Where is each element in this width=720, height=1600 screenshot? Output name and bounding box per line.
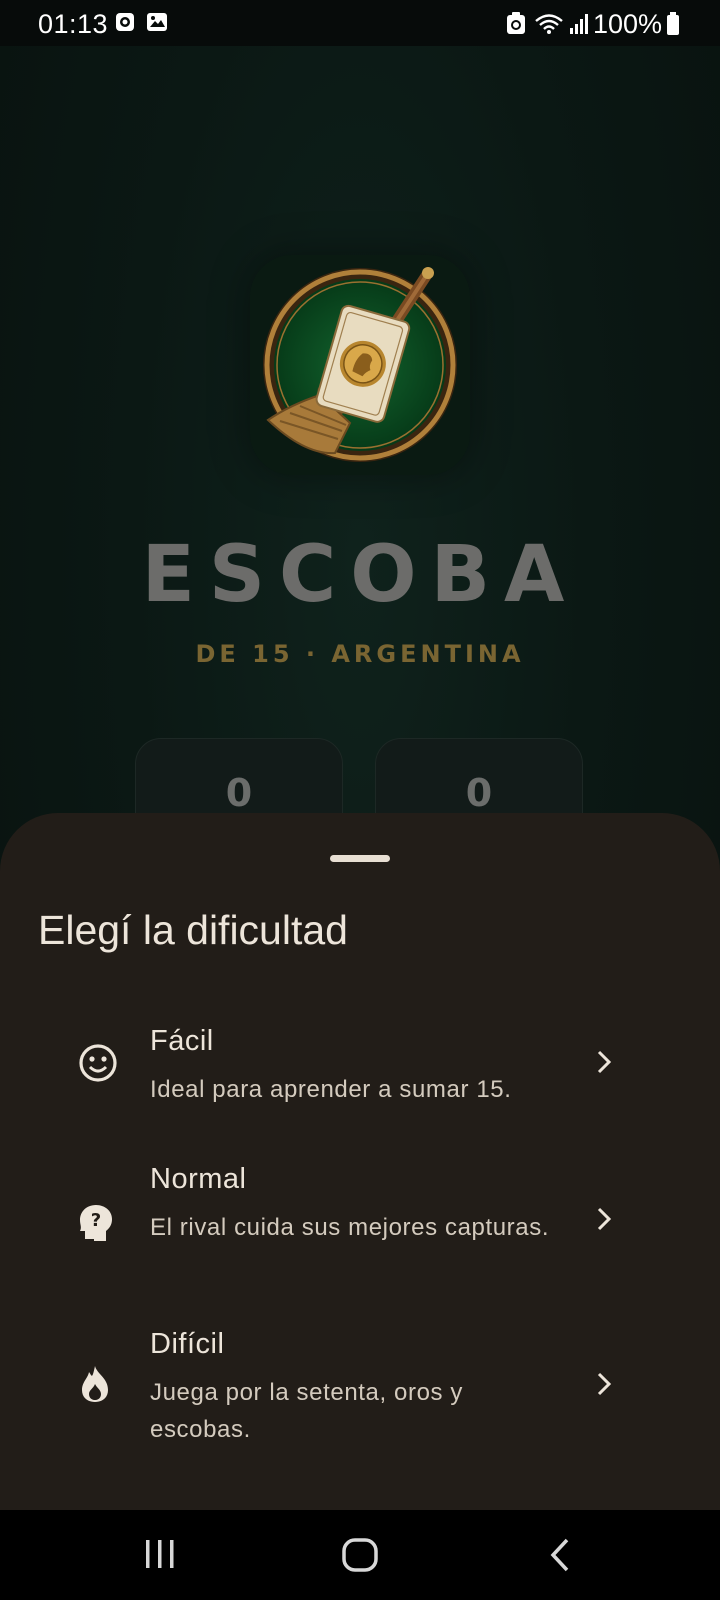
navigation-bar [0,1510,720,1600]
option-description: El rival cuida sus mejores capturas. [150,1214,550,1241]
option-description: Juega por la setenta, oros y escobas. [150,1379,463,1443]
option-title: Normal [150,1163,247,1195]
battery-icon [666,12,680,41]
option-description: Ideal para aprender a sumar 15. [150,1076,512,1103]
difficulty-sheet: Elegí la dificultad Fácil Ideal para apr… [0,813,720,1513]
escoba-card-broom-logo [263,267,457,462]
option-title: Fácil [150,1025,214,1057]
difficulty-option-easy[interactable]: Fácil Ideal para aprender a sumar 15. [60,1025,660,1111]
drag-handle[interactable] [330,855,390,862]
smiley-icon [78,1043,118,1088]
home-icon[interactable] [341,1537,379,1578]
option-title: Difícil [150,1328,225,1360]
wifi-icon [534,13,564,40]
head-question-icon: ? [78,1203,114,1248]
app-subtitle: DE 15 · ARGENTINA [195,640,525,668]
svg-text:?: ? [91,1210,101,1231]
gallery-icon [146,12,168,37]
difficulty-option-normal[interactable]: ? Normal El rival cuida sus mejores capt… [60,1163,660,1283]
pocket-casts-icon [115,12,135,37]
signal-icon [568,13,590,40]
chevron-right-icon [596,1049,612,1080]
difficulty-option-hard[interactable]: Difícil Juega por la setenta, oros y esc… [60,1328,660,1448]
status-bar: 01:13 100% [0,0,720,46]
app-logo [250,255,470,475]
battery-percentage: 100% [592,9,662,39]
recycle-icon [506,11,526,40]
fire-icon [78,1364,112,1409]
chevron-right-icon [596,1206,612,1237]
recents-icon[interactable] [143,1537,177,1576]
chevron-right-icon [596,1371,612,1402]
back-icon[interactable] [548,1537,572,1578]
sheet-title: Elegí la dificultad [38,907,348,953]
score-value: 0 [225,771,253,815]
status-time: 01:13 [38,9,109,39]
score-value: 0 [465,771,493,815]
app-title: ESCOBA [141,530,579,620]
